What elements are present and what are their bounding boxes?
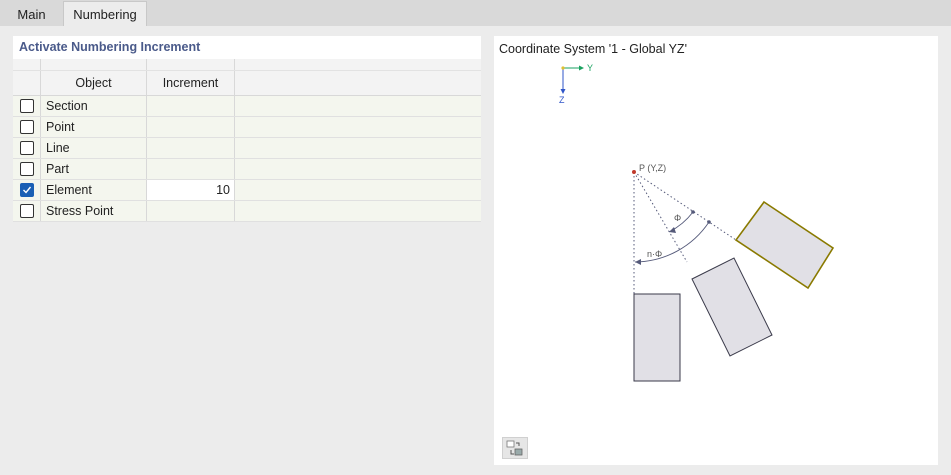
increment-cell[interactable]: [147, 117, 235, 137]
element-original: [633, 293, 681, 382]
nphi-arrow-icon: [635, 259, 641, 265]
table-header-spacer: [13, 59, 481, 71]
activate-checkbox[interactable]: [19, 183, 34, 197]
header-checkbox-col: [13, 71, 41, 95]
checkbox-cell: [13, 117, 41, 137]
checkbox-cell: [13, 96, 41, 116]
table-row: Section: [13, 96, 481, 117]
activate-checkbox[interactable]: [19, 204, 34, 218]
activate-checkbox[interactable]: [19, 99, 34, 113]
increment-cell[interactable]: [147, 96, 235, 116]
object-cell: Stress Point: [41, 201, 147, 221]
activate-checkbox[interactable]: [19, 141, 34, 155]
increment-cell[interactable]: [147, 159, 235, 179]
y-axis-arrow-icon: [579, 65, 584, 71]
table-row: Line: [13, 138, 481, 159]
table-row: Stress Point: [13, 201, 481, 222]
point-p: [632, 170, 636, 174]
z-axis-arrow-icon: [560, 89, 566, 94]
checkbox-cell: [13, 180, 41, 200]
tab-main[interactable]: Main: [0, 2, 63, 26]
object-cell: Point: [41, 117, 147, 137]
z-axis-label: Z: [559, 95, 565, 105]
object-cell: Element: [41, 180, 147, 200]
numbering-panel: Activate Numbering Increment Object Incr…: [13, 36, 481, 222]
diagram-panel: Coordinate System '1 - Global YZ' Y Z Φ …: [494, 36, 938, 465]
diagram-canvas: Y Z Φ n·Φ P (Y,Z): [559, 63, 835, 382]
activate-checkbox[interactable]: [19, 162, 34, 176]
nphi-start-dot: [707, 220, 711, 224]
table-row: Part: [13, 159, 481, 180]
increment-cell[interactable]: 10: [147, 180, 235, 200]
tab-numbering[interactable]: Numbering: [63, 1, 147, 26]
header-increment: Increment: [147, 71, 235, 95]
nphi-label: n·Φ: [647, 249, 662, 259]
numbering-table: Object Increment Section Point Line Part Ele…: [13, 59, 481, 222]
tab-bar: Main Numbering: [0, 0, 951, 26]
checkbox-cell: [13, 138, 41, 158]
phi-arrow-icon: [669, 227, 676, 233]
view-settings-icon: [506, 440, 523, 456]
table-row: Point: [13, 117, 481, 138]
phi-start-dot: [691, 210, 695, 214]
phi-label: Φ: [674, 213, 681, 223]
header-object: Object: [41, 71, 147, 95]
ray-upper: [633, 171, 737, 241]
checkmark-icon: [22, 186, 31, 194]
table-header: Object Increment: [13, 71, 481, 96]
origin-dot: [561, 66, 565, 70]
checkbox-cell: [13, 159, 41, 179]
y-axis-label: Y: [587, 63, 593, 73]
point-p-label: P (Y,Z): [639, 163, 666, 173]
checkbox-cell: [13, 201, 41, 221]
activate-checkbox[interactable]: [19, 120, 34, 134]
object-cell: Line: [41, 138, 147, 158]
element-copy-n: [734, 200, 835, 290]
object-cell: Part: [41, 159, 147, 179]
element-copy-1: [691, 257, 773, 357]
axis-gizmo: Y Z: [559, 63, 593, 105]
increment-cell[interactable]: [147, 138, 235, 158]
section-title: Activate Numbering Increment: [19, 40, 201, 54]
table-row: Element 10: [13, 180, 481, 201]
increment-cell[interactable]: [147, 201, 235, 221]
object-cell: Section: [41, 96, 147, 116]
view-settings-button[interactable]: [502, 437, 528, 459]
